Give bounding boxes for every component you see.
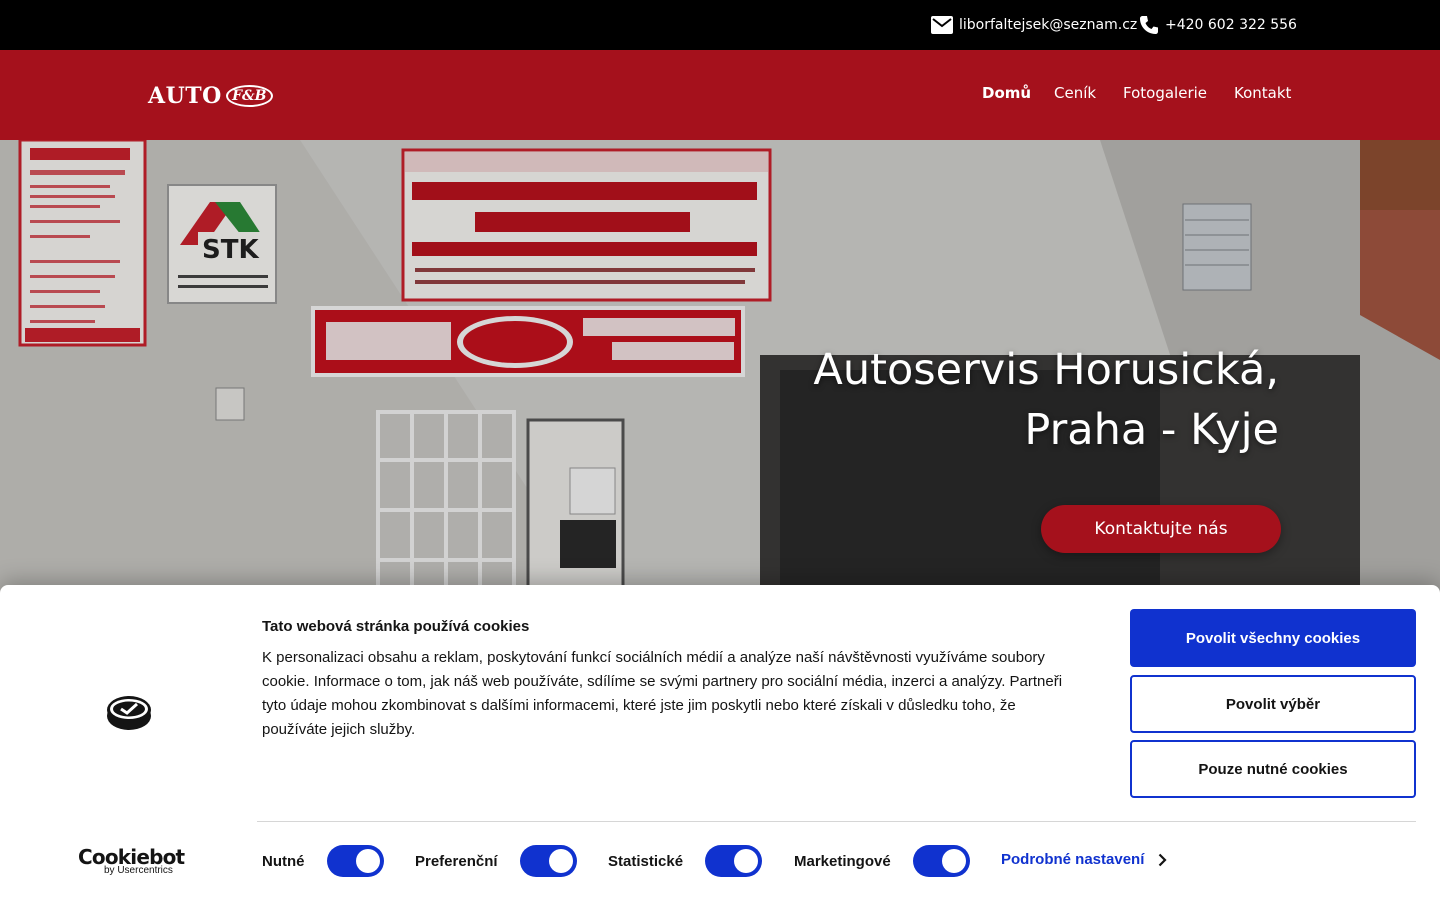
hero-title-line1: Autoservis Horusická, — [813, 345, 1279, 395]
toggle-preferences-switch[interactable] — [519, 845, 577, 877]
toggle-marketing-switch[interactable] — [912, 845, 970, 877]
phone-contact[interactable]: +420 602 322 556 — [1139, 0, 1297, 50]
logo-badge: F&B — [225, 85, 273, 107]
toggle-preferences-label: Preferenční — [415, 852, 498, 870]
toggle-statistics-switch[interactable] — [705, 845, 763, 877]
toggle-necessary-switch[interactable] — [326, 845, 384, 877]
nav-gallery[interactable]: Fotogalerie — [1123, 84, 1207, 102]
email-text: liborfaltejsek@seznam.cz — [959, 17, 1138, 33]
nav-contact[interactable]: Kontakt — [1234, 84, 1291, 102]
email-contact[interactable]: liborfaltejsek@seznam.cz — [931, 0, 1137, 50]
hero-title-line2: Praha - Kyje — [1024, 405, 1279, 455]
switch-knob — [734, 849, 759, 873]
cookiebot-brand-by: by Usercentrics — [104, 865, 173, 876]
cookie-description: K personalizaci obsahu a reklam, poskyto… — [262, 649, 1063, 738]
cookiebot-logo-icon — [107, 696, 151, 730]
toggle-preferences: Preferenční — [415, 843, 577, 879]
nav-pricing[interactable]: Ceník — [1054, 84, 1096, 102]
phone-text: +420 602 322 556 — [1165, 17, 1297, 33]
switch-knob — [548, 849, 573, 873]
toggle-marketing-label: Marketingové — [794, 852, 891, 870]
toggle-necessary-label: Nutné — [262, 852, 305, 870]
toggle-necessary: Nutné — [262, 843, 384, 879]
top-contact-bar: liborfaltejsek@seznam.cz +420 602 322 55… — [0, 0, 1440, 50]
switch-knob — [355, 849, 380, 873]
cookie-divider — [257, 821, 1416, 822]
mail-icon — [931, 16, 953, 34]
toggle-marketing: Marketingové — [794, 843, 970, 879]
detailed-settings-link[interactable]: Podrobné nastavení — [1001, 851, 1167, 868]
nav-home[interactable]: Domů — [982, 84, 1031, 102]
switch-knob — [941, 849, 966, 873]
logo-text: AUTO — [148, 83, 222, 109]
phone-icon — [1140, 16, 1158, 34]
allow-all-cookies-button[interactable]: Povolit všechny cookies — [1130, 609, 1416, 667]
hero-title: Autoservis Horusická, Praha - Kyje — [813, 340, 1279, 460]
toggle-statistics: Statistické — [608, 843, 763, 879]
toggle-statistics-label: Statistické — [608, 852, 684, 870]
allow-selection-button[interactable]: Povolit výběr — [1130, 675, 1416, 733]
cookie-consent-banner: Tato webová stránka používá cookies K pe… — [0, 585, 1440, 900]
chevron-right-icon — [1159, 853, 1167, 866]
detailed-settings-label: Podrobné nastavení — [1001, 851, 1145, 868]
cookie-heading: Tato webová stránka používá cookies — [262, 618, 530, 635]
site-logo[interactable]: AUTO F&B — [148, 83, 273, 109]
contact-us-button[interactable]: Kontaktujte nás — [1041, 505, 1281, 553]
cookiebot-brand[interactable]: Cookiebot by Usercentrics — [78, 845, 185, 876]
necessary-only-button[interactable]: Pouze nutné cookies — [1130, 740, 1416, 798]
